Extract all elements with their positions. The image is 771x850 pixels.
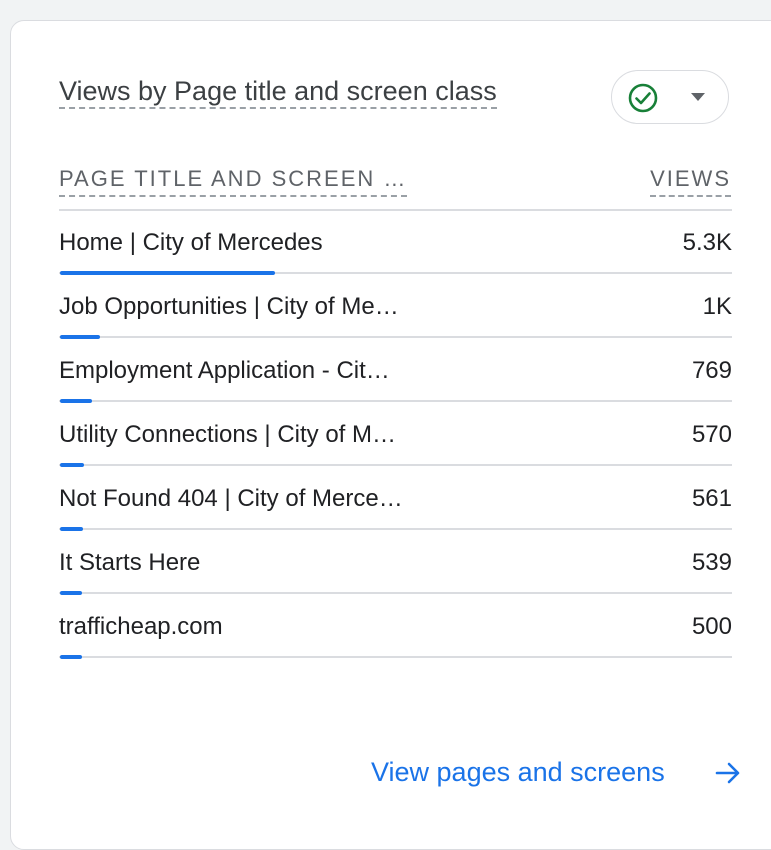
row-page-title: trafficheap.com [59, 613, 223, 640]
check-circle-icon [628, 83, 658, 113]
row-share-bar [60, 463, 84, 467]
row-page-title: Not Found 404 | City of Merce… [59, 485, 403, 512]
row-page-title: Job Opportunities | City of Me… [59, 293, 399, 320]
card-title[interactable]: Views by Page title and screen class [59, 74, 497, 109]
row-views-value: 570 [691, 421, 732, 448]
view-pages-and-screens-link[interactable]: View pages and screens [371, 754, 665, 790]
row-divider [59, 528, 732, 530]
table-row[interactable]: Job Opportunities | City of Me… 1K [59, 290, 732, 354]
row-share-bar [60, 399, 92, 403]
table-row[interactable]: Employment Application - Cit… 769 [59, 354, 732, 418]
row-page-title: Utility Connections | City of M… [59, 421, 396, 448]
row-views-value: 539 [691, 549, 732, 576]
card-title-text[interactable]: Views by Page title and screen class [59, 76, 497, 109]
header-divider [59, 209, 732, 211]
row-share-bar [60, 271, 275, 275]
row-divider [59, 592, 732, 594]
row-page-title: Home | City of Mercedes [59, 229, 323, 256]
row-views-value: 5.3K [682, 229, 732, 256]
row-views-value: 769 [691, 357, 732, 384]
row-page-title: Employment Application - Cit… [59, 357, 390, 384]
row-share-bar [60, 335, 100, 339]
row-divider [59, 400, 732, 402]
row-views-value: 500 [691, 613, 732, 640]
table-row[interactable]: Home | City of Mercedes 5.3K [59, 226, 732, 290]
row-views-value: 561 [691, 485, 732, 512]
row-share-bar [60, 655, 82, 659]
arrow-right-icon[interactable] [713, 758, 743, 788]
column-header-page-title[interactable]: PAGE TITLE AND SCREEN … [59, 165, 408, 197]
table-row[interactable]: Not Found 404 | City of Merce… 561 [59, 482, 732, 546]
row-share-bar [60, 591, 82, 595]
row-page-title: It Starts Here [59, 549, 201, 576]
caret-down-icon [691, 93, 705, 101]
comparison-status-dropdown[interactable] [611, 70, 729, 124]
row-divider [59, 656, 732, 658]
row-share-bar [60, 527, 83, 531]
table-row[interactable]: Utility Connections | City of M… 570 [59, 418, 732, 482]
table-row[interactable]: trafficheap.com 500 [59, 610, 732, 674]
column-header-views[interactable]: VIEWS [650, 165, 731, 197]
table-row[interactable]: It Starts Here 539 [59, 546, 732, 610]
row-views-value: 1K [702, 293, 732, 320]
row-divider [59, 336, 732, 338]
row-divider [59, 464, 732, 466]
